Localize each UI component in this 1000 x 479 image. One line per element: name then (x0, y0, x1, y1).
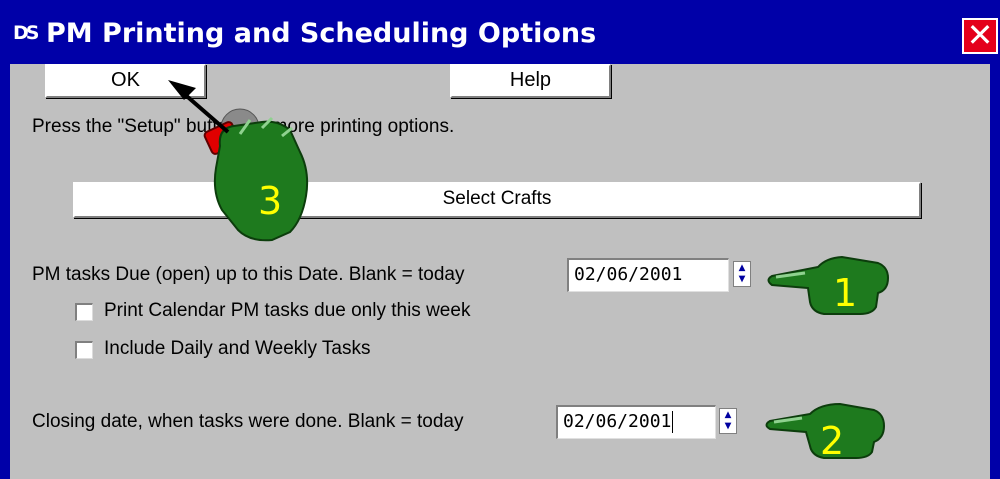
callout-2-number: 2 (820, 419, 844, 463)
callout-1-number: 1 (833, 271, 857, 315)
dialog-window: DS PM Printing and Scheduling Options ✕ … (0, 0, 1000, 479)
pointer-arrow-head (168, 80, 196, 100)
callout-overlay: 1 2 3 (168, 80, 890, 463)
callout-2-hand-icon: 2 (765, 402, 886, 463)
pointer-arrow-line (180, 90, 230, 134)
callout-3-hand-icon: 3 (168, 80, 309, 242)
callout-3-number: 3 (258, 179, 282, 223)
callout-1-hand-icon: 1 (767, 255, 890, 315)
